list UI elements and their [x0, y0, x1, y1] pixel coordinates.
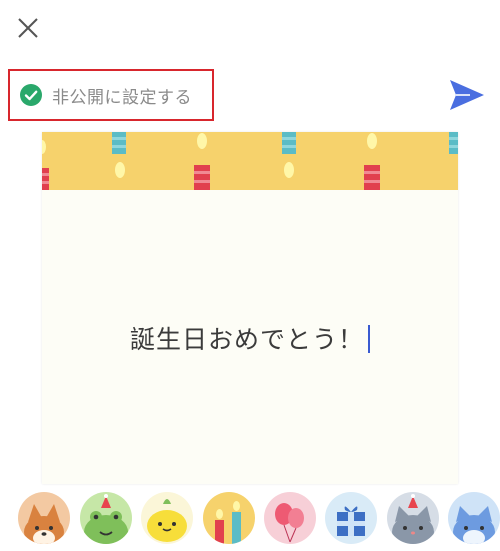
text-cursor — [368, 325, 370, 353]
gift-box-icon — [325, 492, 377, 544]
sticker-frog[interactable] — [80, 492, 132, 544]
close-icon — [18, 18, 38, 38]
sticker-gray-cat[interactable] — [387, 492, 439, 544]
private-setting-toggle[interactable]: 非公開に設定する — [8, 69, 214, 121]
close-button[interactable] — [14, 14, 42, 42]
birthday-candles-banner — [42, 132, 458, 190]
gray-cat-icon — [387, 492, 439, 544]
red-candle-icon — [364, 165, 380, 190]
sticker-blue-cat[interactable] — [448, 492, 500, 544]
balloons-icon — [264, 492, 316, 544]
sticker-tray[interactable] — [0, 492, 500, 551]
frog-icon — [80, 492, 132, 544]
card-message-text[interactable]: 誕生日おめでとう！ — [42, 320, 458, 356]
message-text: 誕生日おめでとう！ — [129, 325, 364, 354]
message-card[interactable]: 誕生日おめでとう！ — [42, 132, 458, 484]
teal-candle-icon — [282, 132, 296, 154]
red-candle-icon — [42, 168, 49, 190]
lemon-icon — [141, 492, 193, 544]
send-icon — [450, 80, 484, 110]
sticker-lemon[interactable] — [141, 492, 193, 544]
birthday-candles-icon — [203, 492, 255, 544]
sticker-shiba-dog[interactable] — [18, 492, 70, 544]
send-button[interactable] — [448, 78, 486, 112]
blue-cat-icon — [448, 492, 500, 544]
check-circle-icon — [20, 84, 42, 106]
teal-candle-icon — [449, 132, 458, 154]
sticker-balloons[interactable] — [264, 492, 316, 544]
red-candle-icon — [194, 165, 210, 190]
teal-candle-icon — [112, 132, 126, 154]
shiba-dog-icon — [18, 492, 70, 544]
sticker-candles[interactable] — [203, 492, 255, 544]
private-setting-label: 非公開に設定する — [52, 87, 192, 108]
sticker-gift-box[interactable] — [325, 492, 377, 544]
